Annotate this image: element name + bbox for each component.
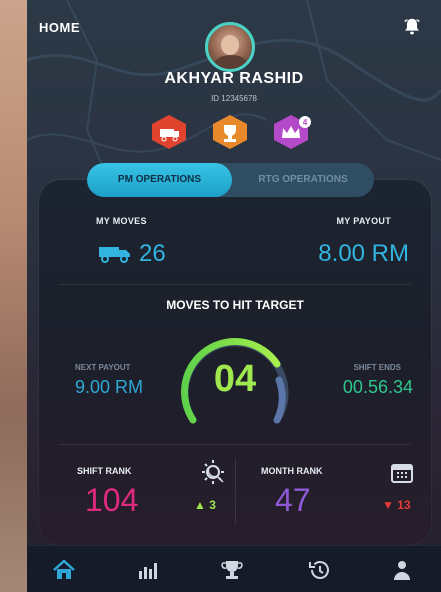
shift-rank-value: 104 (85, 482, 139, 518)
calendar-icon (391, 464, 413, 483)
tab-pm-operations[interactable]: PM OPERATIONS (87, 163, 232, 197)
app-screen: HOME AKHYAR RASHID ID 12345678 4 MY MOVE… (27, 0, 441, 592)
profile-icon[interactable] (389, 557, 415, 583)
crown-badge-icon[interactable]: 4 (271, 114, 311, 150)
history-icon[interactable] (307, 557, 333, 583)
bottom-nav (27, 545, 441, 592)
target-title: MOVES TO HIT TARGET (166, 298, 304, 312)
my-payout-label: MY PAYOUT (336, 216, 391, 226)
svg-text:4: 4 (303, 118, 308, 127)
tab-rtg-operations[interactable]: RTG OPERATIONS (232, 163, 374, 197)
next-payout-value: 9.00 RM (75, 377, 144, 397)
operations-toggle: PM OPERATIONS RTG OPERATIONS (87, 163, 374, 197)
month-rank-label: MONTH RANK (261, 466, 323, 476)
page-title[interactable]: HOME (39, 20, 80, 35)
month-rank-value: 47 (275, 482, 311, 518)
shift-ends-label: SHIFT ENDS (353, 363, 401, 372)
my-payout-value: 8.00 RM (318, 240, 409, 267)
shift-ends-value: 00.56.34 (342, 377, 413, 397)
trophy-badge-icon[interactable] (210, 114, 250, 150)
sun-moon-icon (202, 460, 224, 484)
truck-badge-icon[interactable] (149, 114, 189, 150)
notification-bell-icon[interactable] (401, 16, 423, 38)
shift-rank-delta: ▲ 3 (194, 498, 216, 512)
bar-chart-icon[interactable] (135, 557, 161, 583)
next-payout-label: NEXT PAYOUT (75, 363, 131, 372)
my-moves-label: MY MOVES (96, 216, 147, 226)
moves-to-target-value: 04 (213, 358, 257, 400)
background-photo (0, 0, 27, 592)
trophy-icon[interactable] (219, 557, 245, 583)
user-id: ID 12345678 (211, 94, 257, 103)
user-name: AKHYAR RASHID (164, 70, 304, 87)
stats-card: MY MOVES 26 MY PAYOUT 8.00 RM MOVES TO H… (39, 180, 431, 545)
truck-icon (99, 247, 130, 263)
month-rank-delta: ▼ 13 (382, 498, 411, 512)
my-moves-value: 26 (139, 240, 166, 267)
shift-rank-label: SHIFT RANK (77, 466, 132, 476)
avatar[interactable] (205, 22, 255, 72)
home-icon[interactable] (51, 557, 77, 583)
